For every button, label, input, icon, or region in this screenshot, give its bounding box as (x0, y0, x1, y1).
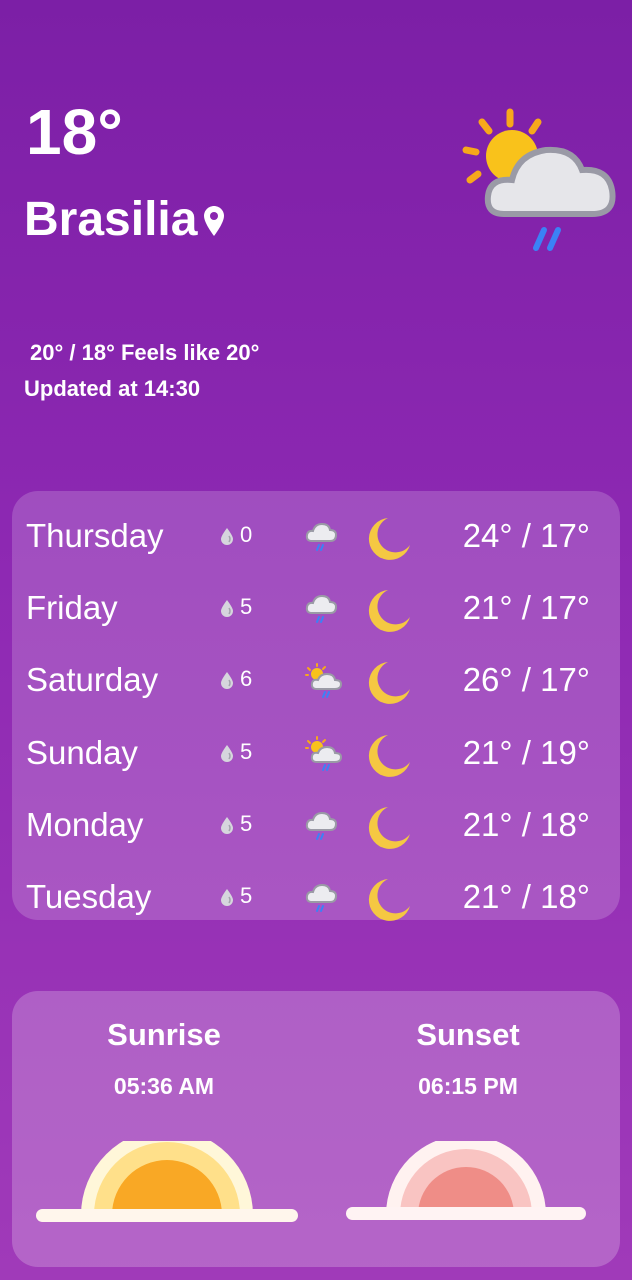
cloud-rain-icon (304, 808, 338, 847)
forecast-row: Sunday 5 21° / 19° (12, 722, 620, 794)
daily-forecast-card: Thursday 0 24° / 17° Friday 5 21° / 17° Saturd… (12, 491, 620, 921)
location-pin-icon[interactable] (203, 205, 225, 242)
moon-icon (364, 732, 414, 785)
forecast-day: Friday (26, 589, 118, 627)
sunrise-label: Sunrise (107, 1017, 221, 1052)
sun-cloud-rain-icon (304, 735, 344, 777)
forecast-row: Tuesday 5 21° / 18° (12, 866, 620, 938)
forecast-row: Thursday 0 24° / 17° (12, 505, 620, 577)
precipitation-value: 6 (240, 666, 253, 692)
sunset-time: 06:15 PM (418, 1073, 518, 1099)
sun-times-card: Sunrise 05:36 AM Sunset 06:15 PM (12, 991, 620, 1267)
forecast-high-low: 21° / 17° (462, 589, 590, 627)
precipitation-drop-icon (220, 888, 234, 911)
forecast-high-low: 21° / 18° (462, 805, 590, 843)
moon-icon (364, 659, 414, 712)
moon-icon (364, 876, 414, 929)
forecast-row: Friday 5 21° / 17° (12, 577, 620, 649)
precipitation-value: 0 (240, 522, 253, 547)
forecast-day: Monday (26, 805, 144, 843)
sunset-label: Sunset (416, 1017, 520, 1052)
sunrise-time: 05:36 AM (113, 1073, 215, 1099)
forecast-day: Saturday (26, 661, 159, 699)
sunset-icon (346, 1135, 586, 1230)
precipitation-value: 5 (240, 738, 253, 764)
forecast-day: Thursday (26, 517, 164, 554)
moon-icon (364, 587, 414, 640)
forecast-row: Monday 5 21° / 18° (12, 794, 620, 866)
current-temperature: 18° (26, 96, 123, 168)
forecast-day: Sunday (26, 733, 138, 771)
moon-icon (364, 804, 414, 857)
precipitation-value: 5 (240, 883, 253, 908)
location-row: Brasilia (24, 196, 225, 244)
cloud-rain-icon (304, 519, 338, 558)
precipitation-drop-icon (220, 599, 234, 622)
cloud-rain-icon (304, 591, 338, 630)
partly-cloudy-rain-icon (456, 104, 620, 261)
precipitation-drop-icon (220, 527, 234, 550)
forecast-day: Tuesday (26, 878, 152, 915)
precipitation-drop-icon (220, 744, 234, 767)
precipitation-drop-icon (220, 816, 234, 839)
forecast-high-low: 26° / 17° (462, 661, 590, 699)
temperature-range: 20° / 18° Feels like 20° (30, 340, 260, 365)
forecast-high-low: 24° / 17° (462, 517, 590, 554)
updated-time: Updated at 14:30 (24, 376, 201, 401)
precipitation-value: 5 (240, 810, 253, 836)
forecast-high-low: 21° / 19° (462, 733, 590, 771)
moon-icon (364, 515, 414, 568)
sunrise-icon (36, 1129, 298, 1230)
cloud-rain-icon (304, 880, 338, 919)
forecast-high-low: 21° / 18° (462, 878, 590, 915)
sun-cloud-rain-icon (304, 663, 344, 704)
precipitation-value: 5 (240, 594, 253, 620)
forecast-row: Saturday 6 26° / 17° (12, 649, 620, 721)
city-name: Brasilia (24, 193, 198, 246)
precipitation-drop-icon (220, 671, 234, 694)
